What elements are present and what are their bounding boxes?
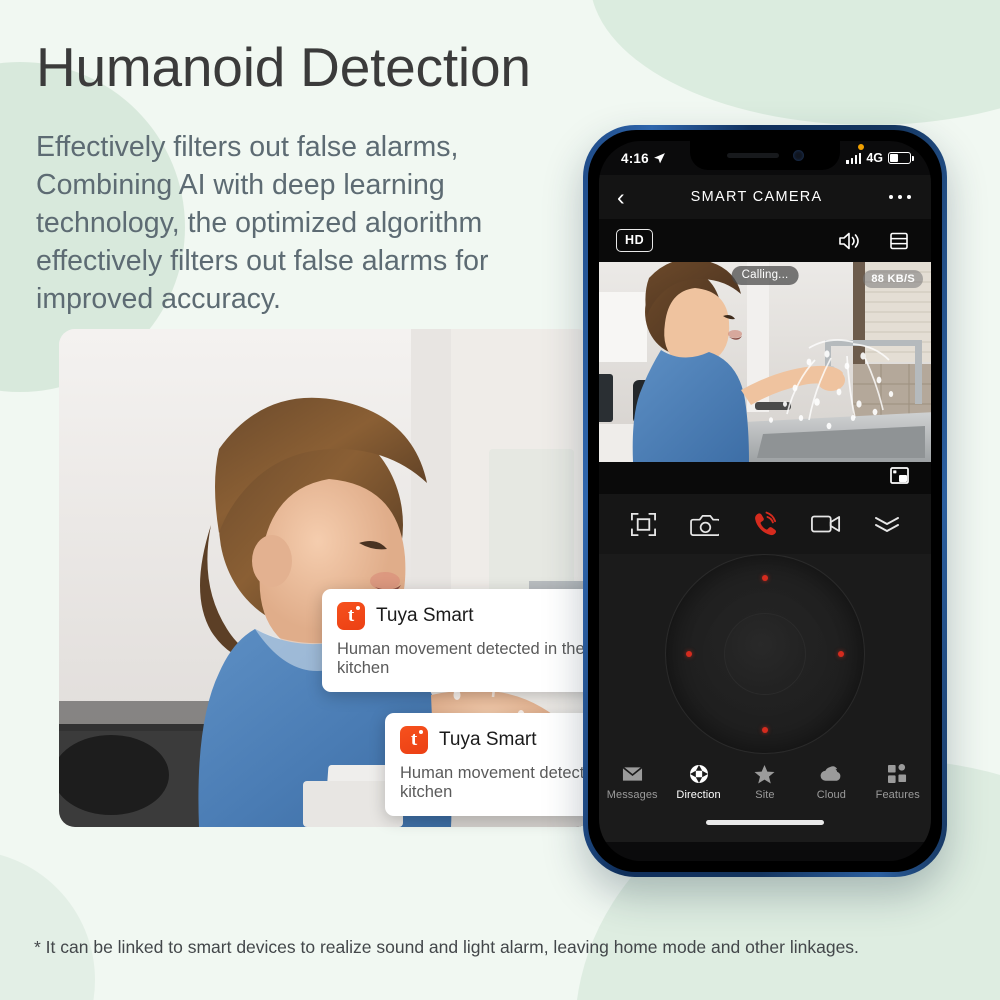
status-time: 4:16 — [621, 150, 649, 166]
more-horizontal-icon[interactable] — [888, 194, 911, 200]
video-camera-icon[interactable] — [803, 501, 849, 547]
dpad-dot-down[interactable] — [762, 727, 768, 733]
tuya-logo-icon: t — [400, 726, 428, 754]
dpad-dot-right[interactable] — [838, 651, 844, 657]
network-type-label: 4G — [866, 151, 883, 165]
dpad-dot-left[interactable] — [686, 651, 692, 657]
nav-item-site[interactable]: Site — [733, 763, 797, 801]
notification-message: Human movement detected in the kitchen — [337, 640, 585, 677]
notification-header: t Tuya Smart — [337, 602, 624, 630]
status-bar-right: 4G — [846, 144, 914, 165]
nav-item-messages[interactable]: Messages — [600, 763, 664, 801]
dpad-center-hub[interactable] — [724, 613, 806, 695]
phone-frame: 4:16 4G ‹ SMART CAMERA HD Calling... 88 … — [583, 125, 947, 877]
direction-pad[interactable] — [665, 554, 865, 754]
decorative-blob-top-right — [590, 0, 1000, 125]
home-indicator — [599, 820, 931, 842]
nav-item-direction[interactable]: Direction — [667, 763, 731, 801]
nav-item-cloud[interactable]: Cloud — [799, 763, 863, 801]
nav-label: Features — [875, 789, 920, 801]
device-title: SMART CAMERA — [690, 189, 823, 205]
direction-pad-area — [599, 554, 931, 754]
media-toolbar: HD — [599, 219, 931, 262]
nav-label: Cloud — [816, 789, 846, 801]
app-header: ‹ SMART CAMERA — [599, 175, 931, 219]
bitrate-badge: 88 KB/S — [863, 270, 923, 288]
split-screen-icon[interactable] — [889, 231, 909, 251]
location-arrow-icon — [653, 152, 665, 163]
camera-icon[interactable] — [681, 501, 727, 547]
bottom-navigation: Messages Direction Site Cloud Features — [599, 754, 931, 820]
cloud-icon — [820, 763, 843, 784]
notification-app-name: Tuya Smart — [439, 729, 537, 750]
nav-label: Messages — [606, 789, 658, 801]
phone-bezel: 4:16 4G ‹ SMART CAMERA HD Calling... 88 … — [588, 130, 942, 872]
privacy-indicator-dot — [858, 144, 864, 150]
nav-item-features[interactable]: Features — [866, 763, 930, 801]
fullscreen-frame-icon[interactable] — [620, 501, 666, 547]
star-icon — [754, 763, 775, 784]
footnote: * It can be linked to smart devices to r… — [34, 937, 859, 957]
phone-screen: 4:16 4G ‹ SMART CAMERA HD Calling... 88 … — [599, 141, 931, 861]
decorative-blob-bottom-left — [0, 850, 95, 1000]
phone-mockup: 4:16 4G ‹ SMART CAMERA HD Calling... 88 … — [583, 125, 947, 877]
speaker-on-icon[interactable] — [837, 230, 861, 252]
pip-row — [599, 462, 931, 494]
back-chevron-icon[interactable]: ‹ — [617, 185, 625, 209]
nav-label: Direction — [676, 789, 721, 801]
phone-ringing-icon[interactable] — [742, 501, 788, 547]
status-bar-left: 4:16 — [621, 151, 666, 166]
calling-status-badge: Calling... — [731, 266, 799, 285]
status-bar: 4:16 4G — [599, 141, 931, 175]
video-frame-illustration — [599, 262, 931, 462]
tuya-logo-icon: t — [337, 602, 365, 630]
page-title: Humanoid Detection — [36, 36, 531, 98]
double-chevron-down-icon[interactable] — [864, 501, 910, 547]
battery-icon — [888, 152, 914, 164]
grid-apps-icon — [888, 763, 907, 784]
picture-in-picture-icon[interactable] — [890, 467, 909, 489]
direction-cross-icon — [689, 763, 709, 784]
live-video-feed[interactable]: Calling... 88 KB/S — [599, 262, 931, 462]
camera-controls — [599, 494, 931, 554]
page-subtitle: Effectively filters out false alarms, Co… — [36, 131, 489, 315]
envelope-icon — [622, 763, 643, 784]
cellular-signal-icon — [846, 152, 862, 164]
quality-badge-hd[interactable]: HD — [616, 229, 654, 252]
notification-app-name: Tuya Smart — [376, 605, 474, 626]
dpad-dot-up[interactable] — [762, 575, 768, 581]
nav-label: Site — [755, 789, 775, 801]
